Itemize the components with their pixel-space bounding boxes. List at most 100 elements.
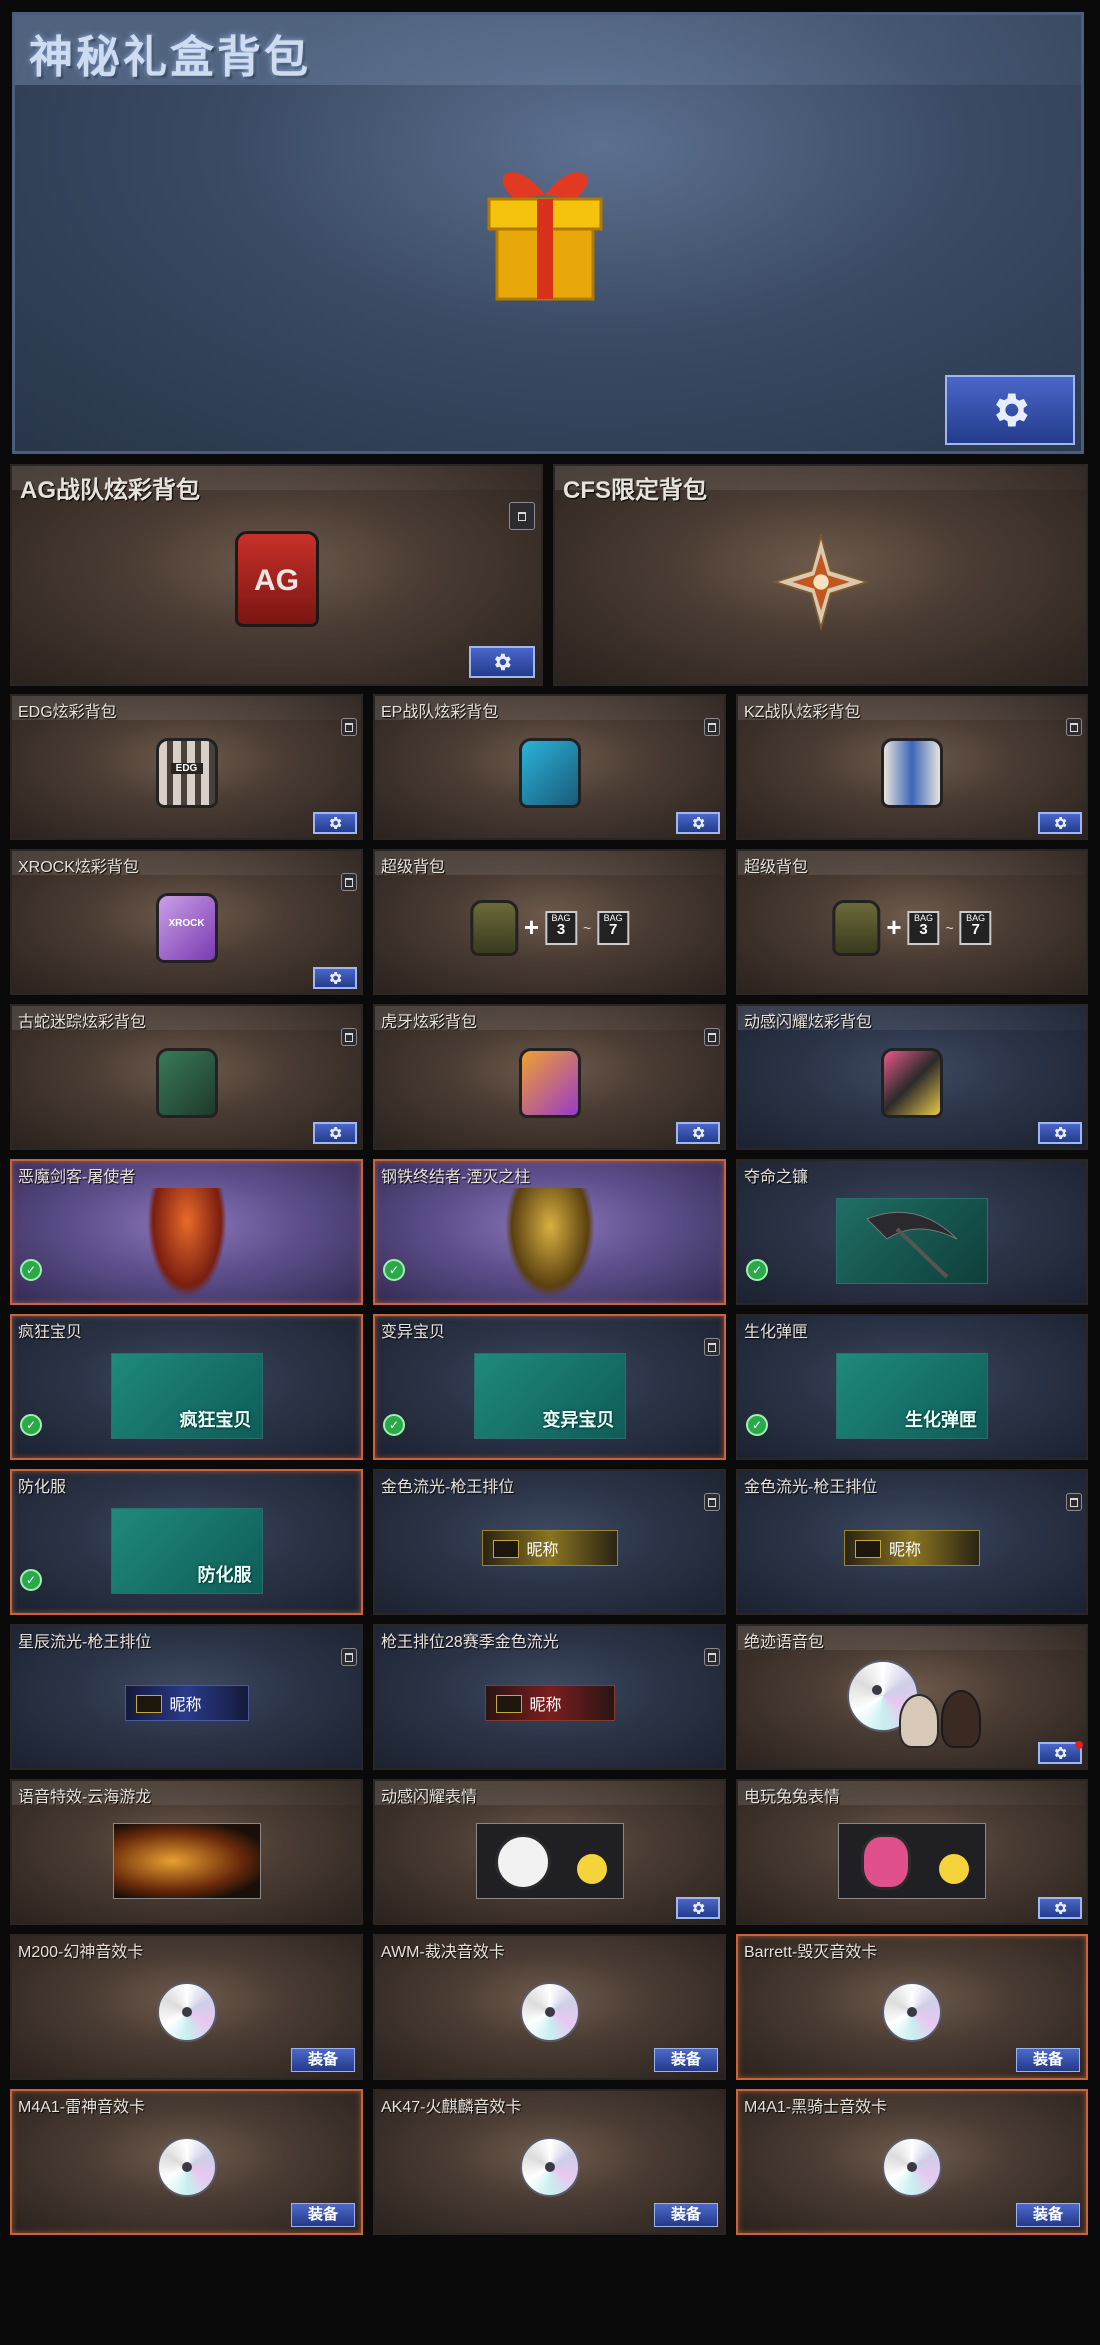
banner-label: 防化服 — [197, 1564, 252, 1585]
gear-icon — [1054, 817, 1067, 829]
item-card-sound-card[interactable]: AK47-火麒麟音效卡 装备 — [373, 2089, 726, 2235]
gear-icon — [692, 817, 705, 829]
item-card-huya-backpack[interactable]: 虎牙炫彩背包 — [373, 1004, 726, 1150]
item-card-voice-pack[interactable]: 绝迹语音包 — [736, 1624, 1088, 1770]
nameplate-text: 昵称 — [169, 1696, 202, 1714]
settings-button[interactable] — [1038, 812, 1082, 834]
item-card-gold-streamer[interactable]: 金色流光-枪王排位 昵称 — [373, 1469, 726, 1615]
settings-button[interactable] — [313, 1122, 357, 1144]
settings-button[interactable] — [676, 812, 720, 834]
equip-button[interactable]: 装备 — [1016, 2048, 1080, 2072]
item-card-crazy-baby[interactable]: 疯狂宝贝 疯狂宝贝 ✓ — [10, 1314, 363, 1460]
delete-icon[interactable] — [704, 1028, 720, 1046]
card-title: 虎牙炫彩背包 — [381, 1014, 478, 1031]
character-banner: 变异宝贝 — [473, 1352, 626, 1439]
item-card-xrock-backpack[interactable]: XROCK炫彩背包 XROCK — [10, 849, 363, 995]
super-backpack-bundle: + BAG 3 ~ BAG 7 — [832, 899, 992, 956]
item-card-rabbit-emote[interactable]: 电玩兔兔表情 — [736, 1779, 1088, 1925]
settings-button[interactable] — [1038, 1741, 1083, 1764]
item-card-voice-effect-dragon[interactable]: 语音特效-云海游龙 — [10, 1779, 363, 1925]
item-card-cfs-backpack[interactable]: CFS限定背包 — [553, 464, 1088, 686]
settings-button[interactable] — [313, 967, 357, 989]
card-title: 古蛇迷踪炫彩背包 — [18, 1014, 147, 1031]
item-card-dynamic-emote[interactable]: 动感闪耀表情 — [373, 1779, 726, 1925]
delete-icon[interactable] — [341, 873, 357, 891]
delete-icon[interactable] — [1066, 718, 1082, 736]
rank-icon — [495, 1694, 522, 1713]
delete-icon[interactable] — [704, 1493, 720, 1511]
banner-label: 疯狂宝贝 — [179, 1409, 252, 1430]
gear-icon — [1054, 1127, 1067, 1139]
sound-card-disc-icon — [837, 1968, 987, 2058]
settings-button[interactable] — [313, 812, 357, 834]
delete-icon[interactable] — [1066, 1493, 1082, 1511]
equip-button[interactable]: 装备 — [654, 2048, 718, 2072]
owned-badge-icon: ✓ — [746, 1259, 768, 1281]
delete-icon[interactable] — [704, 718, 720, 736]
item-card-dynamic-backpack[interactable]: 动感闪耀炫彩背包 — [736, 1004, 1088, 1150]
card-title: AK47-火麒麟音效卡 — [381, 2099, 522, 2116]
sound-card-disc-icon — [475, 2123, 625, 2213]
character-portrait — [504, 1188, 595, 1299]
bag-slot-tag: BAG 3 — [545, 910, 577, 945]
delete-icon[interactable] — [341, 718, 357, 736]
card-title: 动感闪耀表情 — [381, 1789, 478, 1806]
equip-button[interactable]: 装备 — [1016, 2203, 1080, 2227]
equip-button[interactable]: 装备 — [291, 2203, 355, 2227]
card-title: M4A1-雷神音效卡 — [18, 2099, 146, 2116]
item-card-star-streamer[interactable]: 星辰流光-枪王排位 昵称 — [10, 1624, 363, 1770]
equip-button[interactable]: 装备 — [654, 2203, 718, 2227]
featured-item-panel[interactable]: 神秘礼盒背包 — [12, 12, 1084, 454]
item-card-season28-gold[interactable]: 枪王排位28赛季金色流光 昵称 — [373, 1624, 726, 1770]
item-card-gold-streamer[interactable]: 金色流光-枪王排位 昵称 — [736, 1469, 1088, 1615]
delete-icon[interactable] — [704, 1648, 720, 1666]
delete-icon[interactable] — [341, 1648, 357, 1666]
item-card-mutant-baby[interactable]: 变异宝贝 变异宝贝 ✓ — [373, 1314, 726, 1460]
rank-icon — [855, 1539, 881, 1558]
item-card-sound-card[interactable]: M200-幻神音效卡 装备 — [10, 1934, 363, 2080]
item-card-demon-swordsman[interactable]: 恶魔剑客-屠使者 ✓ — [10, 1159, 363, 1305]
item-card-sound-card[interactable]: AWM-裁决音效卡 装备 — [373, 1934, 726, 2080]
avatar — [899, 1694, 939, 1749]
ep-backpack-icon — [518, 737, 581, 808]
delete-icon[interactable] — [509, 502, 535, 530]
range-separator: ~ — [583, 919, 592, 936]
sound-card-disc-icon — [475, 1968, 625, 2058]
avatar — [941, 1690, 981, 1749]
card-title: 夺命之镰 — [744, 1169, 809, 1186]
item-card-snake-backpack[interactable]: 古蛇迷踪炫彩背包 — [10, 1004, 363, 1150]
item-card-bio-magazine[interactable]: 生化弹匣 生化弹匣 ✓ — [736, 1314, 1088, 1460]
equip-button[interactable]: 装备 — [291, 2048, 355, 2072]
settings-button[interactable] — [469, 646, 535, 678]
settings-button[interactable] — [1038, 1122, 1082, 1144]
rank-icon — [492, 1539, 519, 1558]
item-card-hazmat-suit[interactable]: 防化服 防化服 ✓ — [10, 1469, 363, 1615]
item-card-super-backpack[interactable]: 超级背包 + BAG 3 ~ BAG 7 — [373, 849, 726, 995]
settings-button[interactable] — [676, 1122, 720, 1144]
delete-icon[interactable] — [341, 1028, 357, 1046]
emote-preview-icon — [838, 1822, 986, 1899]
delete-icon[interactable] — [704, 1338, 720, 1356]
item-card-kz-backpack[interactable]: KZ战队炫彩背包 — [736, 694, 1088, 840]
item-card-ag-backpack[interactable]: AG战队炫彩背包 AG — [10, 464, 543, 686]
bag-label: XROCK — [168, 917, 205, 929]
item-card-ep-backpack[interactable]: EP战队炫彩背包 — [373, 694, 726, 840]
card-title: XROCK炫彩背包 — [18, 859, 139, 876]
item-card-edg-backpack[interactable]: EDG炫彩背包 EDG — [10, 694, 363, 840]
card-title: 钢铁终结者-湮灭之柱 — [381, 1169, 531, 1186]
item-card-sound-card[interactable]: M4A1-黑骑士音效卡 装备 — [736, 2089, 1088, 2235]
item-card-steel-terminator[interactable]: 钢铁终结者-湮灭之柱 ✓ — [373, 1159, 726, 1305]
item-card-sound-card[interactable]: M4A1-雷神音效卡 装备 — [10, 2089, 363, 2235]
item-card-sound-card[interactable]: Barrett-毁灭音效卡 装备 — [736, 1934, 1088, 2080]
item-card-super-backpack[interactable]: 超级背包 + BAG 3 ~ BAG 7 — [736, 849, 1088, 995]
settings-button[interactable] — [1038, 1897, 1082, 1919]
settings-button[interactable] — [676, 1897, 720, 1919]
dynamic-backpack-icon — [881, 1047, 943, 1118]
hero-settings-button[interactable] — [945, 375, 1075, 445]
item-card-deadly-scythe[interactable]: 夺命之镰 ✓ — [736, 1159, 1088, 1305]
edg-backpack-icon: EDG — [155, 737, 218, 808]
plus-icon: + — [886, 912, 902, 943]
backpack-icon — [469, 899, 518, 956]
sound-card-disc-icon — [837, 2123, 987, 2213]
cfs-star-emblem-icon — [772, 533, 869, 630]
